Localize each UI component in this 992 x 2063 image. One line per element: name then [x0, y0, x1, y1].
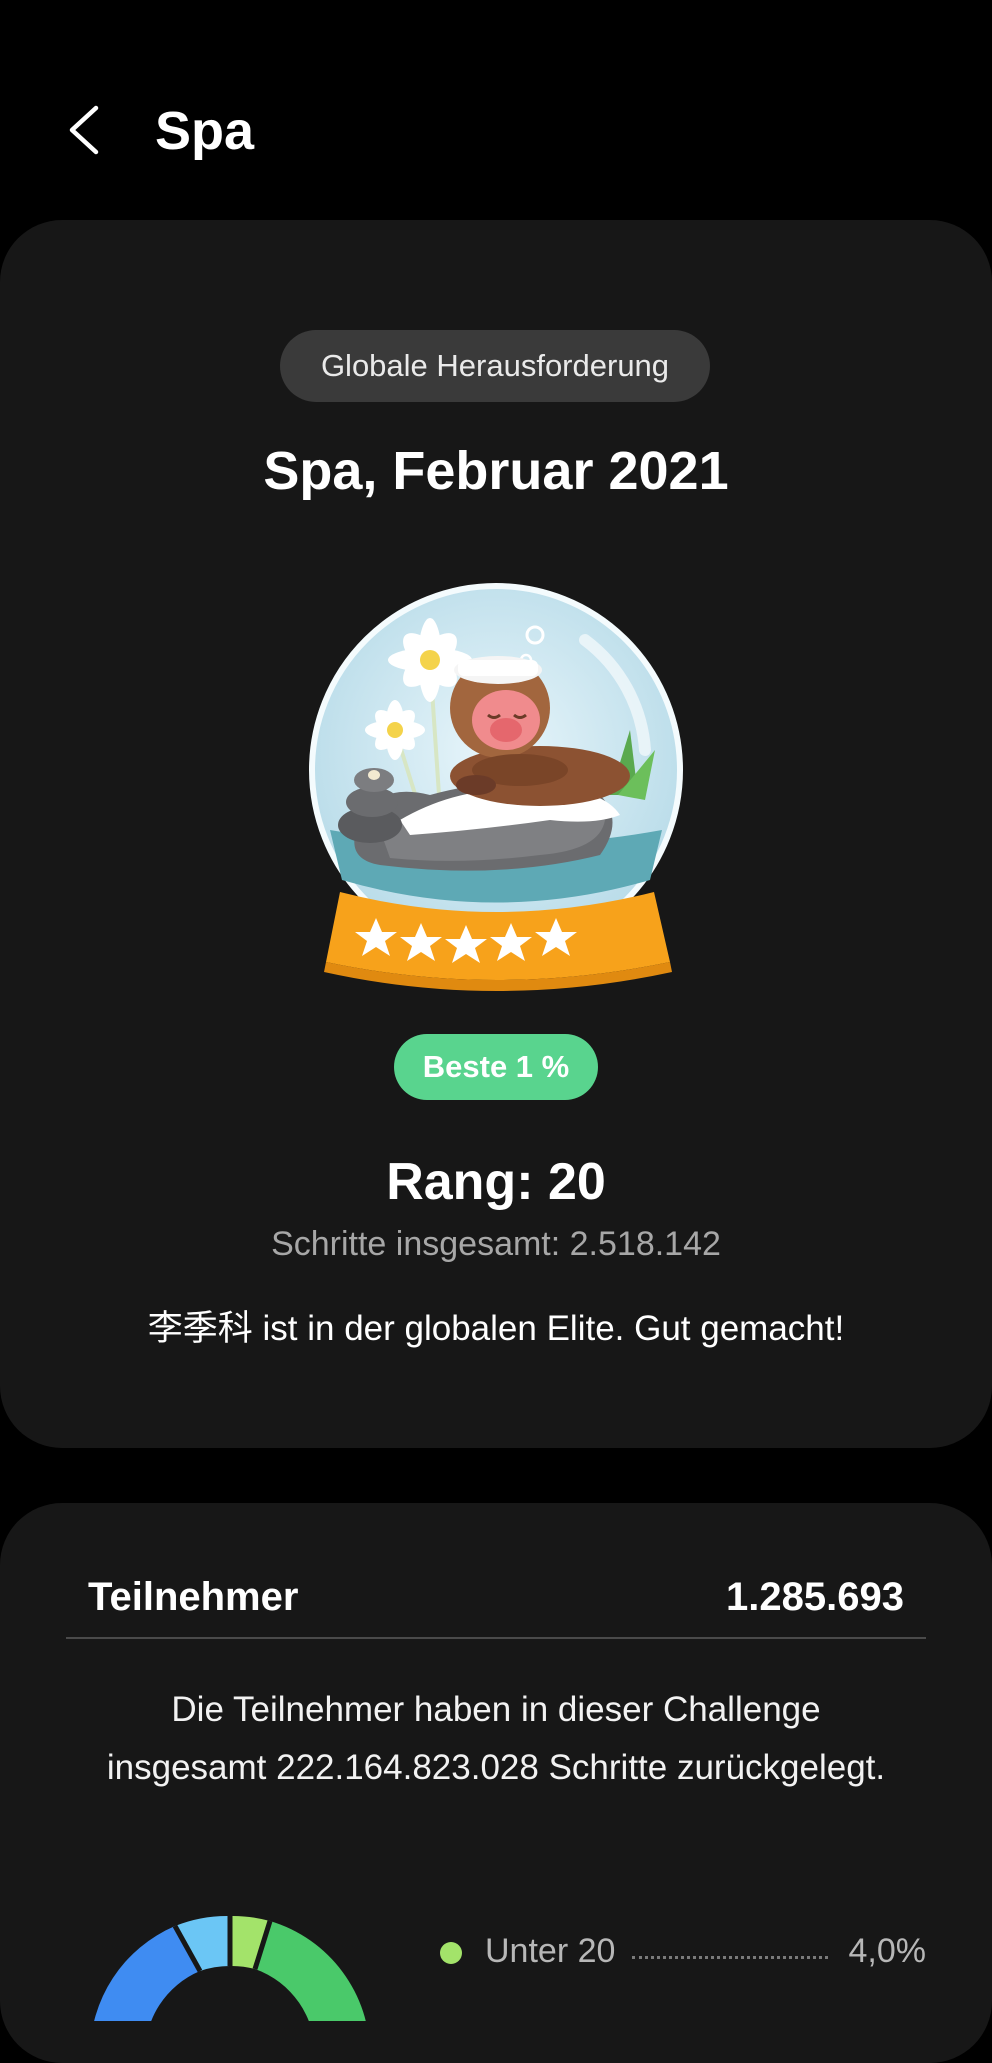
app-header: Spa	[0, 0, 992, 200]
total-steps-text: Schritte insgesamt: 2.518.142	[271, 1225, 721, 1263]
elite-message: 李季科 ist in der globalen Elite. Gut gemac…	[147, 1309, 845, 1348]
rank-text: Rang: 20	[386, 1153, 606, 1211]
participants-donut-chart	[94, 1915, 366, 2021]
challenge-type-badge: Globale Herausforderung	[280, 330, 710, 402]
participants-description: Die Teilnehmer haben in dieser Challenge…	[106, 1690, 886, 1787]
challenge-card: Globale Herausforderung Spa, Februar 202…	[0, 220, 992, 1448]
participants-card: Teilnehmer 1.285.693 Die Teilnehmer habe…	[0, 1503, 992, 2063]
divider	[66, 1637, 926, 1639]
legend-color-dot	[440, 1942, 462, 1964]
snow-globe-trophy-icon	[309, 583, 683, 991]
challenge-title: Spa, Februar 2021	[263, 441, 729, 501]
participants-count: 1.285.693	[726, 1575, 904, 1619]
legend-leader-dots	[632, 1938, 828, 1959]
back-arrow-icon[interactable]	[58, 100, 108, 160]
legend-percent: 4,0%	[848, 1932, 927, 1970]
legend-item: Unter 20 4,0%	[440, 1928, 926, 1978]
best-percentile-badge: Beste 1 %	[394, 1034, 598, 1100]
participants-label: Teilnehmer	[88, 1575, 299, 1619]
legend-label: Unter 20	[485, 1932, 616, 1970]
page-title: Spa	[155, 101, 255, 161]
